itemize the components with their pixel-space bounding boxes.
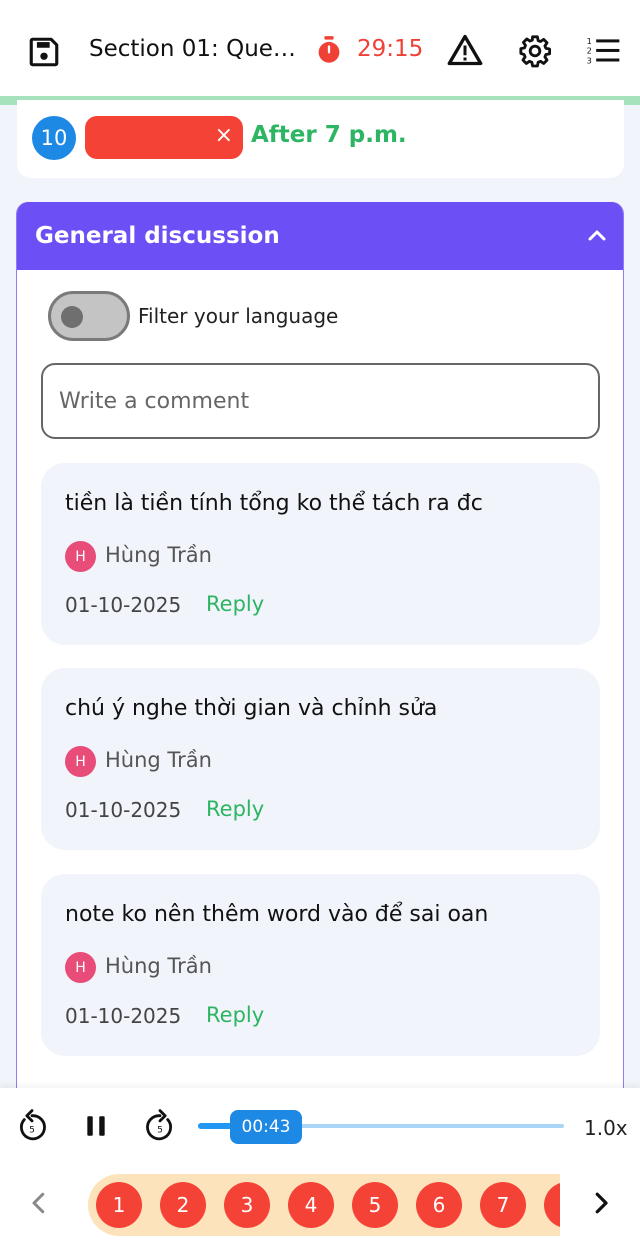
svg-text:3: 3 [587,55,592,65]
comment-card: tiền là tiền tính tổng ko thể tách ra đc… [41,463,600,645]
question-nav-button[interactable]: 2 [160,1182,206,1228]
question-number-badge[interactable]: 10 [32,116,76,160]
playback-speed[interactable]: 1.0x [584,1116,628,1140]
answer-card: 10 × After 7 p.m. [17,100,624,178]
question-nav-button[interactable]: 7 [480,1182,526,1228]
avatar: H [65,541,96,572]
stopwatch-icon [313,34,345,66]
comment-text: tiền là tiền tính tổng ko thể tách ra đc [65,491,483,516]
forward-seconds: 5 [157,1125,163,1135]
question-nav-button[interactable]: 8 [544,1182,560,1228]
question-nav-button[interactable]: 4 [288,1182,334,1228]
comment-date: 01-10-2025 [65,1004,182,1028]
timer-countdown: 29:15 [357,36,424,62]
warning-icon[interactable] [444,30,486,70]
user-answer-pill: × [85,116,243,159]
chevron-left-icon[interactable] [24,1188,54,1218]
question-strip: 12345678 [88,1174,560,1236]
comment-author: Hùng Trần [105,543,212,567]
reply-button[interactable]: Reply [206,592,264,616]
discussion-header[interactable]: General discussion [17,202,623,270]
reply-button[interactable]: Reply [206,797,264,821]
rewind-icon[interactable]: 5 [14,1106,50,1146]
comment-date: 01-10-2025 [65,798,182,822]
close-icon: × [214,123,233,148]
pause-icon[interactable] [78,1108,114,1144]
toggle-knob [61,306,83,328]
audio-time-handle[interactable]: 00:43 [230,1110,302,1144]
svg-text:2: 2 [587,46,592,56]
question-navigator: 12345678 [0,1166,640,1252]
comment-text: chú ý nghe thời gian và chỉnh sửa [65,696,438,721]
chevron-right-icon[interactable] [586,1188,616,1218]
question-nav-button[interactable]: 6 [416,1182,462,1228]
reply-button[interactable]: Reply [206,1003,264,1027]
avatar: H [65,952,96,983]
comment-card: chú ý nghe thời gian và chỉnh sửa H Hùng… [41,668,600,850]
numbered-list-icon[interactable]: 123 [582,32,624,70]
top-bar: Section 01: Questi... 29:15 123 [0,0,640,96]
comment-author: Hùng Trần [105,748,212,772]
question-nav-button[interactable]: 3 [224,1182,270,1228]
discussion-panel: General discussion Filter your language … [16,202,624,1102]
language-filter-toggle[interactable] [48,291,130,341]
audio-player: 5 5 00:43 1.0x [0,1088,640,1166]
filter-language-label: Filter your language [138,304,339,328]
comment-input[interactable] [41,363,600,439]
comment-date: 01-10-2025 [65,593,182,617]
comment-author: Hùng Trần [105,954,212,978]
discussion-title: General discussion [35,223,280,249]
fast-forward-icon[interactable]: 5 [142,1106,178,1146]
section-title: Section 01: Questi... [89,36,304,62]
question-nav-button[interactable]: 1 [96,1182,142,1228]
correct-answer: After 7 p.m. [251,122,407,148]
comment-card: note ko nên thêm word vào để sai oan H H… [41,874,600,1056]
chevron-up-icon[interactable] [585,224,609,248]
save-icon[interactable] [24,32,64,72]
svg-text:1: 1 [587,36,592,46]
avatar: H [65,746,96,777]
comment-text: note ko nên thêm word vào để sai oan [65,902,489,927]
question-nav-button[interactable]: 5 [352,1182,398,1228]
rewind-seconds: 5 [29,1125,35,1135]
gear-icon[interactable] [514,30,556,72]
